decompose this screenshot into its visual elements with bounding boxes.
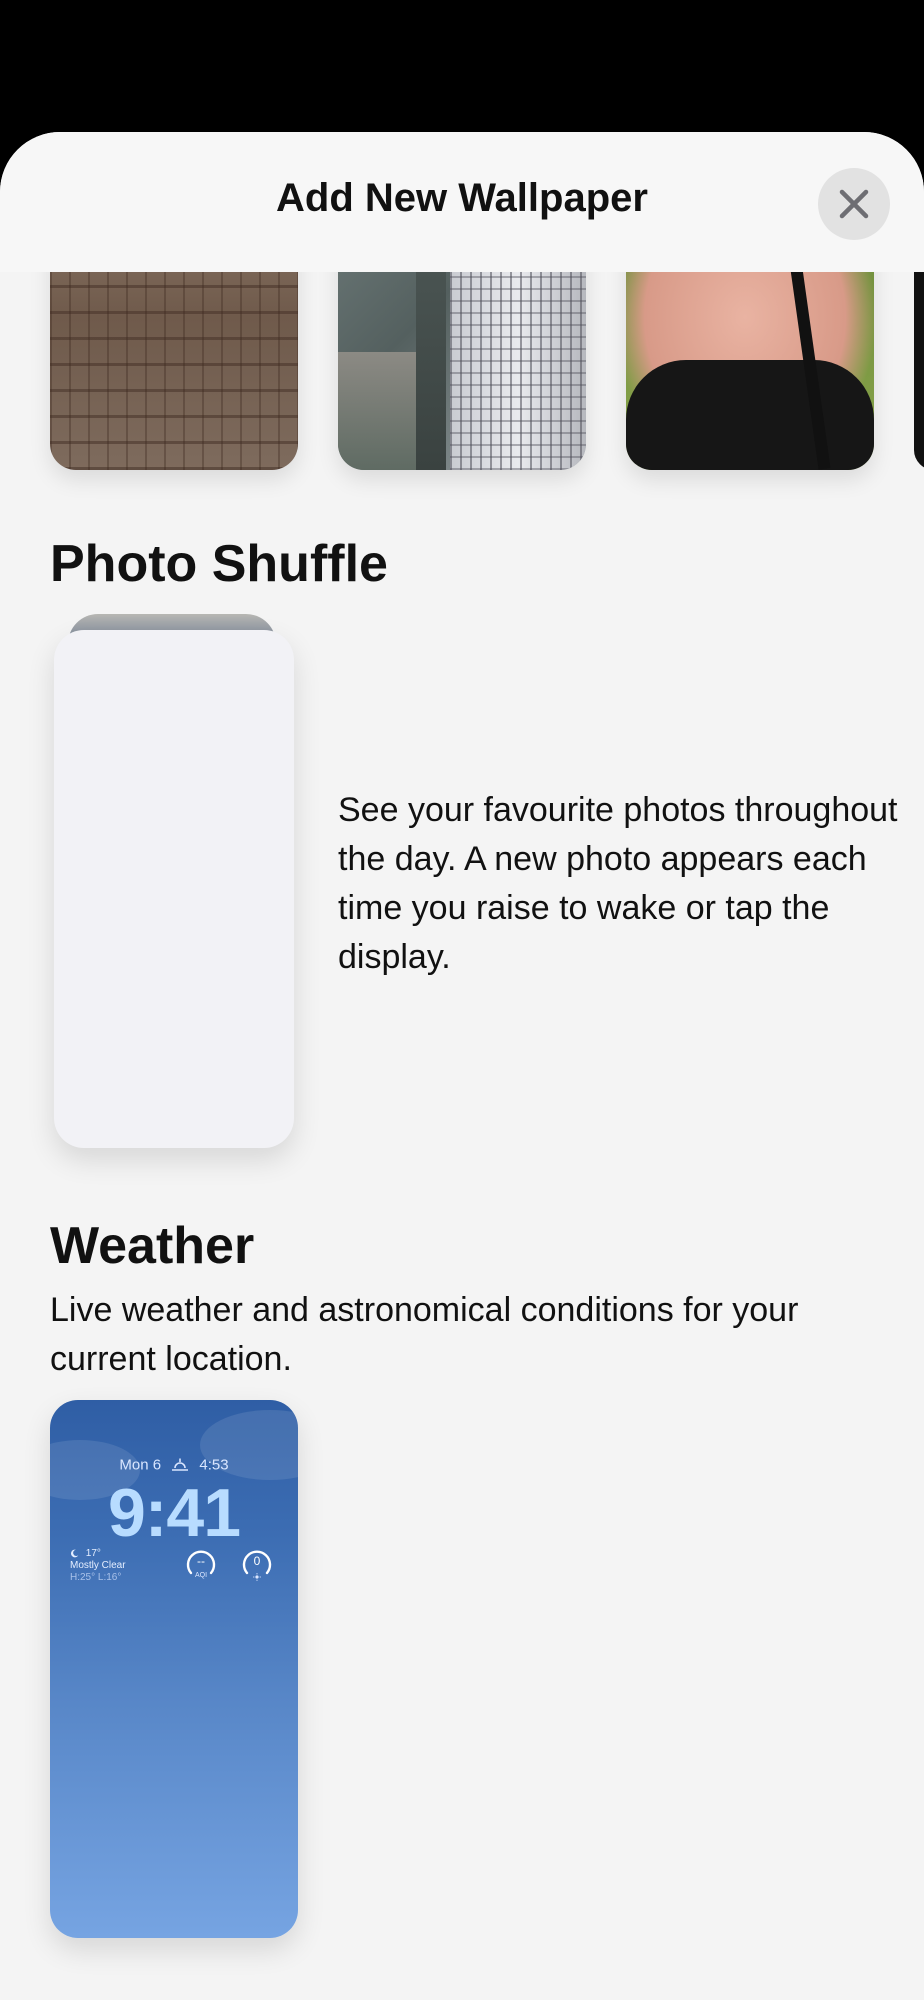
aqi-value: -- [197, 1554, 205, 1568]
city-rooftop [338, 352, 428, 470]
photo-shuffle-title: Photo Shuffle [50, 535, 388, 593]
photo-shuffle-description: See your favourite photos throughout the… [338, 791, 898, 976]
uv-gauge: 0 [240, 1546, 274, 1581]
photo-shuffle-preview[interactable] [50, 614, 294, 1154]
uv-value: 0 [253, 1554, 261, 1568]
lock-date: Mon 6 [119, 1456, 162, 1474]
lock-time: 9:41 [107, 1475, 241, 1551]
weather-high-low: H:25° L:16° [70, 1572, 122, 1583]
weather-wallpaper-preview[interactable]: Mon 6 4:53 9:41 17° Mostly Clear H:25° L… [50, 1400, 298, 1938]
weather-title: Weather [50, 1217, 255, 1275]
person-top [626, 360, 874, 470]
weather-description: Live weather and astronomical conditions… [50, 1291, 799, 1378]
sun-icon [253, 1573, 261, 1581]
sheet-title: Add New Wallpaper [276, 176, 648, 220]
sunrise-icon [172, 1458, 189, 1471]
moon-icon [71, 1549, 79, 1558]
sheet-header: Add New Wallpaper [0, 132, 924, 272]
close-button[interactable] [818, 168, 890, 240]
weather-temperature: 17° [85, 1548, 101, 1559]
shuffle-front-card [54, 630, 294, 1148]
add-wallpaper-sheet: Add New Wallpaper Photo Shuffle See your… [0, 132, 924, 2000]
lock-screen-date-row: Mon 6 4:53 [50, 1456, 298, 1474]
aqi-gauge: -- AQI [184, 1546, 218, 1580]
lock-weather-widget: 17° Mostly Clear H:25° L:16° [70, 1548, 126, 1584]
aqi-label: AQI [194, 1572, 208, 1579]
weather-condition: Mostly Clear [70, 1560, 126, 1571]
sunrise-time: 4:53 [199, 1456, 229, 1474]
xmark-icon [839, 189, 869, 219]
